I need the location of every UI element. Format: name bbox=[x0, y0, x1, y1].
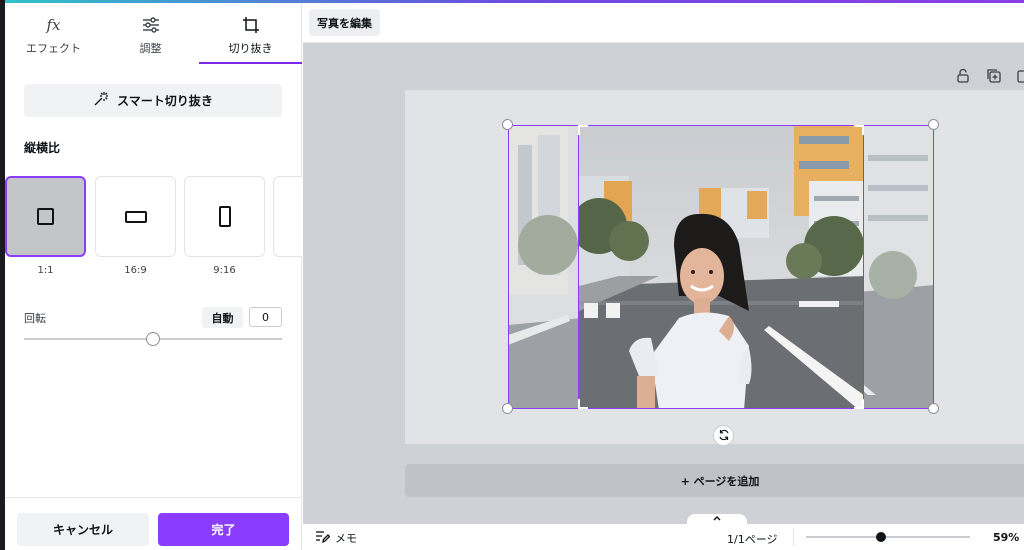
ratio-label: 1:1 bbox=[37, 265, 54, 276]
unlock-icon[interactable] bbox=[955, 67, 971, 83]
zoom-level[interactable]: 59% bbox=[993, 531, 1019, 544]
memo-button[interactable]: メモ bbox=[315, 530, 357, 546]
crop-corner-top-right[interactable] bbox=[854, 125, 864, 135]
tab-crop[interactable]: 切り抜き bbox=[199, 3, 302, 64]
sliders-icon bbox=[102, 15, 199, 35]
resize-handle-top-left[interactable] bbox=[502, 119, 513, 130]
ratio-16-9-option[interactable] bbox=[95, 176, 176, 257]
crop-region[interactable] bbox=[578, 125, 864, 409]
crop-icon bbox=[199, 15, 302, 35]
rotation-input[interactable] bbox=[249, 307, 282, 327]
ratio-1-1-option[interactable] bbox=[5, 176, 86, 257]
landscape-ratio-icon bbox=[124, 210, 147, 223]
aspect-ratio-title: 縦横比 bbox=[24, 141, 61, 155]
auto-rotate-button[interactable]: 自動 bbox=[202, 307, 243, 328]
crop-corner-bottom-left[interactable] bbox=[578, 399, 588, 409]
zoom-slider-thumb[interactable] bbox=[876, 532, 886, 542]
crop-corner-top-left[interactable] bbox=[578, 125, 588, 135]
resize-handle-bottom-right[interactable] bbox=[928, 403, 939, 414]
resize-handle-bottom-left[interactable] bbox=[502, 403, 513, 414]
memo-label: メモ bbox=[335, 532, 357, 545]
page-tools bbox=[955, 67, 1024, 83]
edit-panel: fx エフェクト 調整 切り抜き スマート切り抜き 縦横比 1:1 16:9 9… bbox=[5, 3, 302, 550]
panel-footer: キャンセル 完了 bbox=[5, 497, 302, 550]
crop-corner-bottom-right[interactable] bbox=[854, 399, 864, 409]
ratio-more-option[interactable] bbox=[273, 176, 302, 257]
tab-label: 調整 bbox=[139, 42, 162, 55]
square-ratio-icon bbox=[37, 208, 54, 225]
zoom-slider-track[interactable] bbox=[806, 536, 970, 538]
fx-icon: fx bbox=[46, 16, 61, 34]
done-button[interactable]: 完了 bbox=[158, 513, 289, 546]
top-toolbar: 写真を編集 bbox=[303, 3, 1024, 43]
add-page-button[interactable]: + ページを追加 bbox=[405, 464, 1024, 497]
divider bbox=[793, 528, 794, 546]
cancel-button[interactable]: キャンセル bbox=[17, 513, 149, 546]
ratio-label: 16:9 bbox=[124, 265, 147, 276]
woman-street-photo bbox=[579, 126, 863, 408]
active-tab-indicator bbox=[199, 62, 302, 64]
add-page-icon[interactable] bbox=[1015, 67, 1024, 83]
tab-label: 切り抜き bbox=[228, 42, 273, 55]
rotation-label: 回転 bbox=[24, 312, 46, 325]
magic-wand-icon bbox=[93, 91, 109, 110]
ratio-label: 9:16 bbox=[213, 265, 236, 276]
rotate-icon bbox=[718, 426, 730, 445]
ratio-9-16-option[interactable] bbox=[184, 176, 265, 257]
tab-effects[interactable]: fx エフェクト bbox=[5, 3, 102, 64]
rotate-handle[interactable] bbox=[713, 425, 734, 446]
portrait-ratio-icon bbox=[218, 206, 231, 227]
tab-adjust[interactable]: 調整 bbox=[102, 3, 199, 64]
tab-label: エフェクト bbox=[26, 42, 81, 55]
edit-photo-button[interactable]: 写真を編集 bbox=[309, 9, 380, 36]
smart-crop-label: スマート切り抜き bbox=[117, 94, 213, 108]
page-count[interactable]: 1/1ページ bbox=[727, 531, 777, 547]
rotation-slider-thumb[interactable] bbox=[146, 332, 160, 346]
resize-handle-top-right[interactable] bbox=[928, 119, 939, 130]
notes-icon bbox=[315, 530, 331, 546]
duplicate-page-icon[interactable] bbox=[985, 67, 1001, 83]
tab-bar: fx エフェクト 調整 切り抜き bbox=[5, 3, 302, 64]
canvas-area: + ページを追加 bbox=[303, 43, 1024, 528]
smart-crop-button[interactable]: スマート切り抜き bbox=[24, 84, 282, 117]
bottom-bar: メモ 1/1ページ 59% bbox=[303, 524, 1024, 550]
